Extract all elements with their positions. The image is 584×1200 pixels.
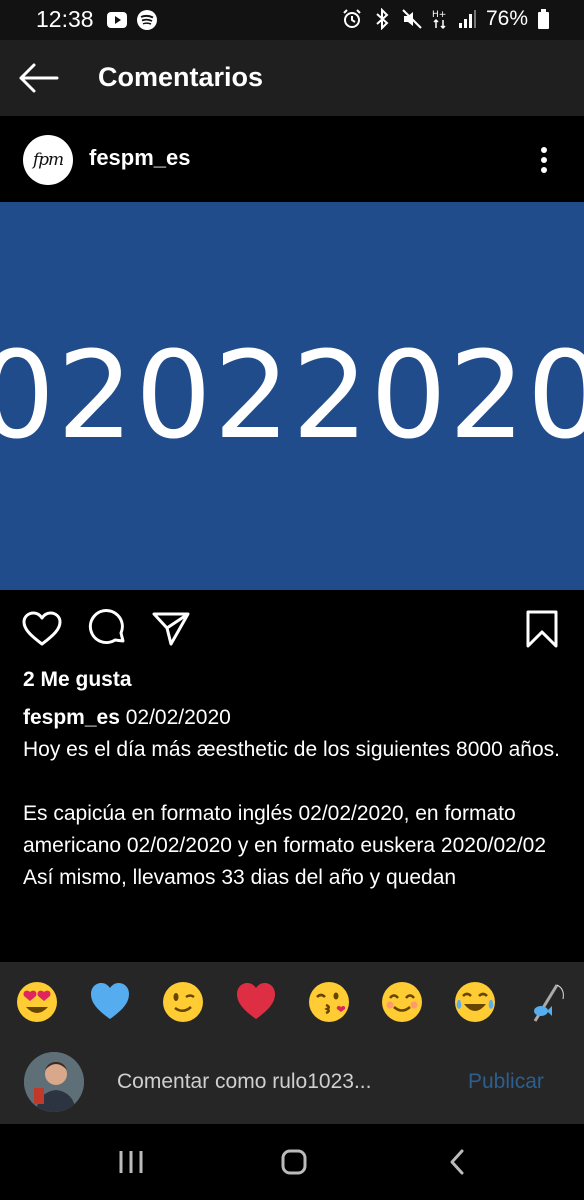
data-icon: H+ — [432, 10, 446, 30]
save-button[interactable] — [521, 608, 563, 650]
recent-apps-icon — [119, 1151, 143, 1173]
likes-count[interactable]: 2 Me gusta — [23, 668, 132, 692]
comment-input[interactable]: Comentar como rulo1023... — [117, 1070, 371, 1094]
post-header: fpm fespm_es — [0, 116, 584, 202]
heart-icon — [22, 611, 62, 646]
signal-icon — [458, 10, 476, 28]
red-heart-emoji[interactable] — [235, 981, 277, 1023]
caption-line: Así mismo, llevamos 33 dias del año y qu… — [23, 866, 457, 889]
like-button[interactable] — [21, 608, 63, 650]
send-icon — [152, 612, 190, 646]
bookmark-icon — [526, 610, 558, 648]
recent-apps-button[interactable] — [106, 1138, 156, 1186]
page-title: Comentarios — [98, 62, 264, 92]
bluetooth-icon — [376, 8, 389, 30]
spotify-icon — [137, 10, 157, 30]
battery-icon — [538, 9, 549, 29]
post-image[interactable]: 02022020 — [0, 202, 584, 590]
wink-emoji[interactable] — [162, 981, 204, 1023]
back-button[interactable] — [14, 56, 62, 100]
battery-percent: 76% — [485, 7, 528, 30]
smile-emoji[interactable] — [381, 981, 423, 1023]
post-avatar[interactable]: fpm — [23, 135, 73, 185]
mute-icon — [402, 9, 422, 29]
home-icon — [281, 1149, 307, 1175]
caption-date: 02/02/2020 — [125, 706, 231, 729]
more-vertical-icon — [541, 147, 547, 173]
caption-username[interactable]: fespm_es — [23, 706, 120, 729]
back-icon — [450, 1149, 464, 1175]
back-arrow-icon — [19, 63, 59, 93]
post-image-text: 02022020 — [0, 326, 584, 466]
more-options-button[interactable] — [528, 138, 560, 182]
caption-line: Es capicúa en formato inglés 02/02/2020,… — [23, 802, 547, 857]
comment-icon — [88, 609, 125, 645]
caption-line: Hoy es el día más æesthetic de los sigui… — [23, 738, 560, 761]
caption-line — [23, 766, 563, 798]
system-nav-bar — [0, 1124, 584, 1200]
heart-eyes-emoji[interactable] — [16, 981, 58, 1023]
fishing-emoji[interactable] — [527, 981, 569, 1023]
alarm-icon — [343, 9, 361, 28]
status-time: 12:38 — [36, 6, 94, 32]
emoji-bar — [0, 962, 584, 1042]
svg-text:H+: H+ — [432, 10, 446, 20]
home-button[interactable] — [269, 1138, 319, 1186]
tears-of-joy-emoji[interactable] — [454, 981, 496, 1023]
app-header: Comentarios — [0, 40, 584, 116]
post-caption: fespm_es 02/02/2020 Hoy es el día más æe… — [23, 702, 563, 894]
youtube-icon — [107, 12, 127, 28]
post-actions — [0, 590, 584, 660]
blue-heart-emoji[interactable] — [89, 981, 131, 1023]
status-bar: 12:38 H+ 76% — [0, 0, 584, 40]
comment-button[interactable] — [86, 608, 128, 650]
nav-back-button[interactable] — [432, 1138, 482, 1186]
comment-bar: Comentar como rulo1023... Publicar — [0, 1042, 584, 1124]
post-username[interactable]: fespm_es — [89, 145, 191, 171]
user-avatar — [24, 1052, 84, 1112]
publish-button[interactable]: Publicar — [468, 1070, 544, 1094]
share-button[interactable] — [150, 608, 192, 650]
user-avatar-image — [24, 1052, 84, 1112]
kiss-emoji[interactable] — [308, 981, 350, 1023]
